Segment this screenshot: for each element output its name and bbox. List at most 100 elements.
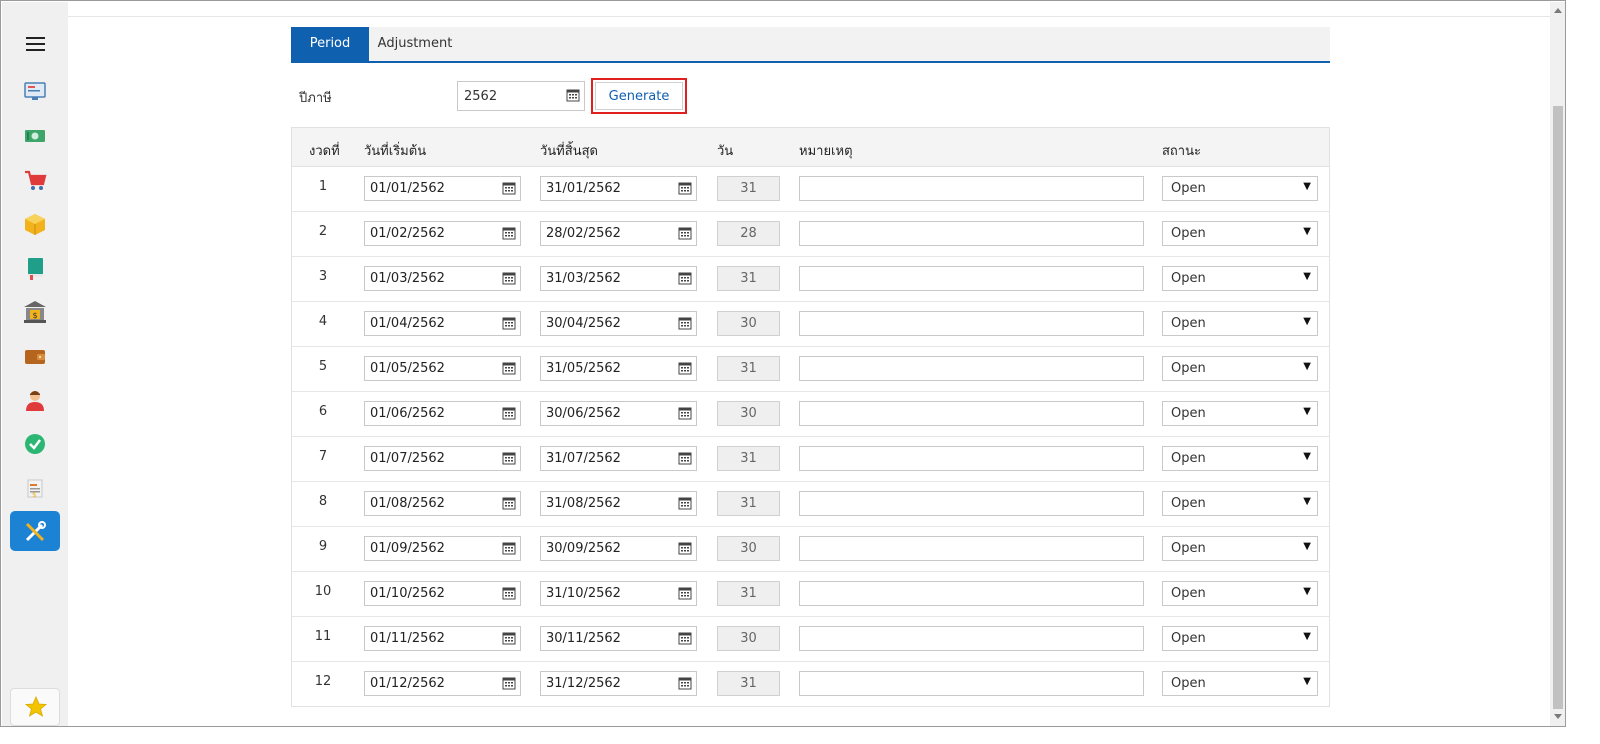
end-date-field[interactable]: 28/02/2562	[540, 221, 697, 246]
calendar-icon[interactable]	[502, 226, 516, 240]
start-date-field[interactable]: 01/08/2562	[364, 491, 521, 516]
note-field[interactable]	[799, 176, 1144, 201]
user-icon[interactable]	[22, 387, 48, 413]
note-field[interactable]	[799, 221, 1144, 246]
scroll-thumb[interactable]	[1553, 106, 1563, 709]
start-date-value: 01/12/2562	[370, 676, 445, 691]
end-date-field[interactable]: 31/10/2562	[540, 581, 697, 606]
start-date-field[interactable]: 01/09/2562	[364, 536, 521, 561]
start-date-field[interactable]: 01/10/2562	[364, 581, 521, 606]
start-date-field[interactable]: 01/01/2562	[364, 176, 521, 201]
calendar-icon[interactable]	[678, 406, 692, 420]
status-select[interactable]: Open ▼	[1162, 221, 1318, 246]
note-field[interactable]	[799, 266, 1144, 291]
status-select[interactable]: Open ▼	[1162, 491, 1318, 516]
end-date-field[interactable]: 31/01/2562	[540, 176, 697, 201]
note-field[interactable]	[799, 536, 1144, 561]
calendar-icon[interactable]	[678, 181, 692, 195]
calendar-icon[interactable]	[502, 676, 516, 690]
calendar-icon[interactable]	[502, 451, 516, 465]
wallet-icon[interactable]	[22, 343, 48, 369]
tools-menu-item[interactable]	[10, 511, 60, 551]
tab-adjustment[interactable]: Adjustment	[369, 27, 461, 61]
monitor-icon[interactable]	[22, 78, 48, 104]
note-field[interactable]	[799, 491, 1144, 516]
note-field[interactable]	[799, 401, 1144, 426]
calendar-icon[interactable]	[678, 631, 692, 645]
calendar-icon[interactable]	[502, 316, 516, 330]
status-select[interactable]: Open ▼	[1162, 311, 1318, 336]
calendar-icon[interactable]	[678, 361, 692, 375]
start-date-field[interactable]: 01/11/2562	[364, 626, 521, 651]
start-date-field[interactable]: 01/07/2562	[364, 446, 521, 471]
note-field[interactable]	[799, 581, 1144, 606]
end-date-field[interactable]: 31/08/2562	[540, 491, 697, 516]
check-icon[interactable]	[22, 431, 48, 457]
bank-icon[interactable]: $	[22, 299, 48, 325]
end-date-field[interactable]: 31/12/2562	[540, 671, 697, 696]
note-field[interactable]	[799, 671, 1144, 696]
start-date-value: 01/10/2562	[370, 586, 445, 601]
end-date-field[interactable]: 31/05/2562	[540, 356, 697, 381]
tools-icon	[25, 521, 46, 542]
end-date-field[interactable]: 30/09/2562	[540, 536, 697, 561]
period-number: 5	[318, 359, 328, 374]
cart-icon[interactable]	[22, 167, 48, 193]
calendar-icon[interactable]	[678, 676, 692, 690]
scroll-down-icon[interactable]	[1554, 714, 1562, 719]
end-date-field[interactable]: 31/03/2562	[540, 266, 697, 291]
tab-period[interactable]: Period	[291, 27, 369, 61]
calendar-icon[interactable]	[566, 88, 580, 102]
generate-button[interactable]: Generate	[595, 82, 683, 110]
status-select[interactable]: Open ▼	[1162, 446, 1318, 471]
calendar-icon[interactable]	[678, 586, 692, 600]
note-field[interactable]	[799, 446, 1144, 471]
status-select[interactable]: Open ▼	[1162, 626, 1318, 651]
status-select[interactable]: Open ▼	[1162, 266, 1318, 291]
start-date-field[interactable]: 01/02/2562	[364, 221, 521, 246]
start-date-field[interactable]: 01/04/2562	[364, 311, 521, 336]
calendar-icon[interactable]	[502, 631, 516, 645]
calendar-icon[interactable]	[502, 406, 516, 420]
note-field[interactable]	[799, 356, 1144, 381]
status-select[interactable]: Open ▼	[1162, 401, 1318, 426]
note-field[interactable]	[799, 311, 1144, 336]
calendar-icon[interactable]	[502, 271, 516, 285]
calendar-icon[interactable]	[502, 181, 516, 195]
money-icon[interactable]	[22, 123, 48, 149]
end-date-field[interactable]: 30/06/2562	[540, 401, 697, 426]
end-date-field[interactable]: 30/11/2562	[540, 626, 697, 651]
end-date-field[interactable]: 31/07/2562	[540, 446, 697, 471]
table-row: 11 01/11/2562 30/11/2562 30 Open ▼	[292, 616, 1329, 662]
start-date-field[interactable]: 01/06/2562	[364, 401, 521, 426]
calendar-icon[interactable]	[678, 226, 692, 240]
menu-icon[interactable]	[26, 37, 45, 51]
calendar-icon[interactable]	[678, 316, 692, 330]
note-field[interactable]	[799, 626, 1144, 651]
end-date-field[interactable]: 30/04/2562	[540, 311, 697, 336]
calendar-icon[interactable]	[678, 496, 692, 510]
calendar-icon[interactable]	[502, 496, 516, 510]
calendar-icon[interactable]	[502, 541, 516, 555]
calendar-icon[interactable]	[502, 586, 516, 600]
book-icon[interactable]	[22, 255, 48, 281]
status-select[interactable]: Open ▼	[1162, 176, 1318, 201]
calendar-icon[interactable]	[678, 541, 692, 555]
vertical-scrollbar[interactable]	[1550, 2, 1565, 726]
status-value: Open	[1171, 586, 1206, 601]
status-select[interactable]: Open ▼	[1162, 671, 1318, 696]
start-date-field[interactable]: 01/12/2562	[364, 671, 521, 696]
calendar-icon[interactable]	[678, 271, 692, 285]
calendar-icon[interactable]	[502, 361, 516, 375]
status-select[interactable]: Open ▼	[1162, 536, 1318, 561]
start-date-field[interactable]: 01/05/2562	[364, 356, 521, 381]
tax-year-field[interactable]: 2562	[457, 81, 585, 111]
box-icon[interactable]	[22, 211, 48, 237]
calendar-icon[interactable]	[678, 451, 692, 465]
favorite-button[interactable]	[10, 688, 60, 726]
document-icon[interactable]: $	[22, 475, 48, 501]
status-select[interactable]: Open ▼	[1162, 581, 1318, 606]
status-select[interactable]: Open ▼	[1162, 356, 1318, 381]
scroll-up-icon[interactable]	[1554, 8, 1562, 13]
start-date-field[interactable]: 01/03/2562	[364, 266, 521, 291]
